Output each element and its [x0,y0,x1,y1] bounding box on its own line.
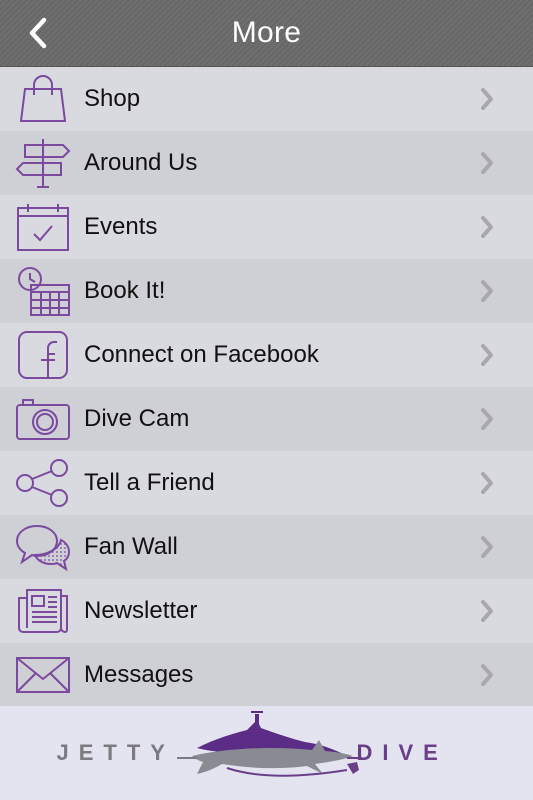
menu-item-label: Around Us [84,149,198,176]
menu-item-label: Shop [84,85,141,112]
menu-item-events[interactable]: Events [0,195,533,259]
signpost-icon [14,136,72,190]
chevron-right-icon [475,213,499,241]
chevron-right-icon [475,405,499,433]
menu-item-label: Connect on Facebook [84,341,319,368]
page-title: More [231,16,302,49]
calendar-clock-icon [14,264,72,318]
calendar-check-icon [14,200,72,254]
menu-item-around-us[interactable]: Around Us [0,131,533,195]
menu-item-fan-wall[interactable]: Fan Wall [0,515,533,579]
facebook-icon [14,328,72,382]
menu-item-label: Newsletter [84,597,198,624]
jetty-dive-logo: JETTY DIVE [57,708,477,798]
envelope-icon [14,648,72,702]
chevron-right-icon [475,533,499,561]
newspaper-icon [14,584,72,638]
footer-banner: JETTY DIVE [0,706,533,800]
chevron-right-icon [475,597,499,625]
menu-item-shop[interactable]: Shop [0,67,533,131]
chevron-right-icon [475,469,499,497]
menu-item-label: Tell a Friend [84,469,215,496]
chevron-right-icon [475,661,499,689]
menu-item-label: Events [84,213,158,240]
back-button[interactable] [26,14,66,52]
chevron-right-icon [475,85,499,113]
menu-item-book-it[interactable]: Book It! [0,259,533,323]
chevron-right-icon [475,341,499,369]
top-bar: More [0,0,533,67]
menu-item-tell-a-friend[interactable]: Tell a Friend [0,451,533,515]
chevron-left-icon [29,17,47,49]
menu-item-dive-cam[interactable]: Dive Cam [0,387,533,451]
menu-item-label: Book It! [84,277,166,304]
menu-item-facebook[interactable]: Connect on Facebook [0,323,533,387]
chat-bubbles-icon [14,520,72,574]
chevron-right-icon [475,277,499,305]
camera-icon [14,392,72,446]
menu-list: Shop Around Us Events Book It! Connect o… [0,67,533,707]
chevron-right-icon [475,149,499,177]
menu-item-label: Dive Cam [84,405,190,432]
menu-item-messages[interactable]: Messages [0,643,533,707]
menu-item-label: Fan Wall [84,533,178,560]
logo-text-dive: DIVE [356,740,448,765]
shopping-bag-icon [14,72,72,126]
menu-item-newsletter[interactable]: Newsletter [0,579,533,643]
logo-text-jetty: JETTY [56,740,175,765]
menu-item-label: Messages [84,661,194,688]
share-icon [14,456,72,510]
